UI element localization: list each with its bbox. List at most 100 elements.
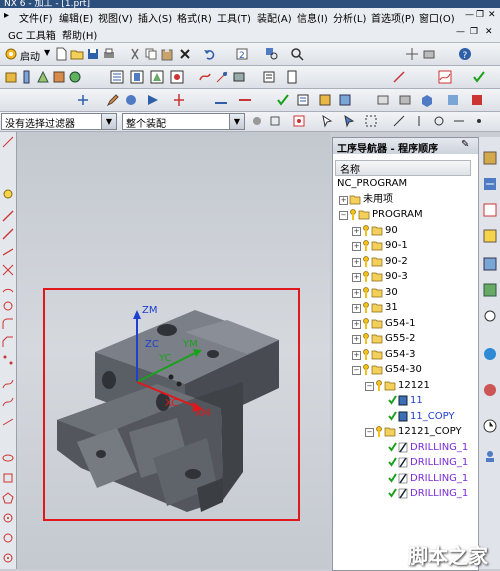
tree-row[interactable]: DRILLING_1 [333, 455, 473, 470]
tree-row[interactable]: +90 [333, 223, 473, 238]
expand-toggle-icon[interactable]: − [339, 211, 348, 220]
tree-row[interactable]: NC_PROGRAM [333, 176, 473, 191]
line-tool-icon[interactable] [2, 210, 14, 222]
doc-restore-icon[interactable]: ❐ [470, 27, 478, 37]
copy-icon[interactable] [144, 47, 158, 61]
start-dropdown-icon[interactable]: ▼ [44, 48, 50, 57]
path-edit-icon[interactable] [214, 93, 228, 107]
expand-toggle-icon[interactable]: + [352, 350, 361, 360]
snap-quadrant-icon[interactable] [452, 114, 466, 128]
spline-icon[interactable] [2, 378, 14, 390]
chevron-down-icon[interactable]: ▼ [229, 114, 244, 129]
render-icon[interactable] [446, 93, 460, 107]
start-button[interactable]: 启动 [20, 48, 40, 63]
constraint-navigator-icon[interactable] [483, 177, 497, 191]
chamfer-icon[interactable] [2, 336, 14, 348]
menu-icon[interactable]: ▸ [4, 10, 9, 21]
menu-window[interactable]: 窗口(O) [419, 10, 455, 25]
verify-toolpath-icon[interactable] [232, 70, 246, 84]
geometry-view-icon[interactable] [150, 70, 164, 84]
print-icon[interactable] [102, 47, 116, 61]
layer-icon[interactable] [422, 47, 436, 61]
expand-toggle-icon[interactable]: − [352, 366, 361, 375]
chevron-down-icon[interactable]: ▼ [101, 114, 116, 129]
move-icon[interactable] [405, 47, 419, 61]
rect-icon[interactable] [2, 472, 14, 484]
select-all-icon[interactable] [342, 114, 356, 128]
search-command-icon[interactable] [265, 47, 279, 61]
help-icon[interactable]: ? [458, 47, 472, 61]
tree-row[interactable]: 11 [333, 393, 473, 408]
type-filter-select[interactable]: 没有选择过滤器 ▼ [1, 113, 117, 130]
create-method-icon[interactable] [52, 70, 66, 84]
restore-icon[interactable]: ❐ [476, 10, 484, 20]
view-icon[interactable] [398, 93, 412, 107]
sketch-icon[interactable] [2, 136, 14, 148]
close-icon[interactable]: ✕ [488, 10, 496, 20]
select-settings-icon[interactable] [250, 114, 264, 128]
tree-row[interactable]: DRILLING_1 [333, 471, 473, 486]
checkmark-icon[interactable] [472, 70, 486, 84]
cut-icon[interactable] [128, 47, 142, 61]
snap-mid-icon[interactable] [412, 114, 426, 128]
expand-toggle-icon[interactable]: + [352, 226, 361, 236]
tree-row[interactable]: + 未用项 [333, 192, 473, 207]
clock-icon[interactable] [483, 419, 497, 433]
helix-icon[interactable] [2, 396, 14, 408]
expand-toggle-icon[interactable]: + [352, 319, 361, 329]
snap-icon[interactable] [268, 114, 282, 128]
menu-preferences[interactable]: 首选项(P) [371, 10, 415, 25]
feed-speed-icon[interactable] [146, 93, 160, 107]
reuse-library-icon[interactable] [483, 283, 497, 297]
menu-gc-toolbox[interactable]: GC 工具箱 [8, 27, 56, 42]
menu-view[interactable]: 视图(V) [98, 10, 133, 25]
tree-row[interactable]: 11_COPY [333, 409, 473, 424]
delete-icon[interactable] [178, 47, 192, 61]
snap-center-icon[interactable] [432, 114, 446, 128]
paste-icon[interactable] [160, 47, 174, 61]
menu-assemblies[interactable]: 装配(A) [257, 10, 292, 25]
expand-toggle-icon[interactable]: − [365, 381, 374, 391]
tree-row[interactable]: DRILLING_1 [333, 486, 473, 501]
open-folder-icon[interactable] [70, 47, 84, 61]
curve-icon[interactable] [438, 70, 452, 84]
menu-information[interactable]: 信息(I) [297, 10, 328, 25]
menu-edit[interactable]: 编辑(E) [59, 10, 93, 25]
tree-row[interactable]: + G54-1 [333, 316, 473, 331]
tree-row[interactable]: + G55-2 [333, 331, 473, 346]
expand-toggle-icon[interactable]: − [365, 428, 374, 437]
save-icon[interactable] [86, 47, 100, 61]
generate-toolpath-icon[interactable] [198, 70, 212, 84]
expand-toggle-icon[interactable]: + [352, 304, 361, 313]
machining-method-view-icon[interactable] [170, 70, 184, 84]
display-object-icon[interactable] [124, 93, 138, 107]
find-icon[interactable] [290, 47, 304, 61]
circle-center-icon[interactable] [2, 552, 14, 564]
minimize-icon[interactable]: — [465, 10, 474, 20]
transform-icon[interactable] [76, 93, 90, 107]
menu-insert[interactable]: 插入(S) [138, 10, 172, 25]
line-icon[interactable] [392, 70, 406, 84]
doc-close-icon[interactable]: ✕ [485, 27, 493, 37]
verify-check-icon[interactable] [276, 93, 290, 107]
expand-toggle-icon[interactable]: + [352, 288, 361, 298]
menu-help[interactable]: 帮助(H) [62, 27, 97, 42]
snap-point-icon[interactable] [472, 114, 486, 128]
replay-toolpath-icon[interactable] [215, 70, 229, 84]
rectangle-select-icon[interactable] [364, 114, 378, 128]
arc-icon[interactable] [2, 282, 14, 294]
point-set-icon[interactable] [2, 354, 14, 366]
assembly-scope-select[interactable]: 整个装配 ▼ [122, 113, 245, 130]
operation-list-icon[interactable] [318, 93, 332, 107]
expand-toggle-icon[interactable]: + [339, 195, 348, 205]
expand-toggle-icon[interactable]: + [352, 335, 361, 344]
program-order-view-icon[interactable] [110, 70, 124, 84]
start-icon[interactable] [4, 47, 18, 61]
edit-object-icon[interactable] [106, 93, 120, 107]
expand-toggle-icon[interactable]: + [352, 242, 361, 251]
doc-minimize-icon[interactable]: — [456, 27, 465, 37]
circle-tool-icon[interactable] [2, 532, 14, 544]
postprocess-icon[interactable] [262, 70, 276, 84]
assembly-navigator-icon[interactable] [483, 151, 497, 165]
palette-icon[interactable] [483, 383, 497, 397]
